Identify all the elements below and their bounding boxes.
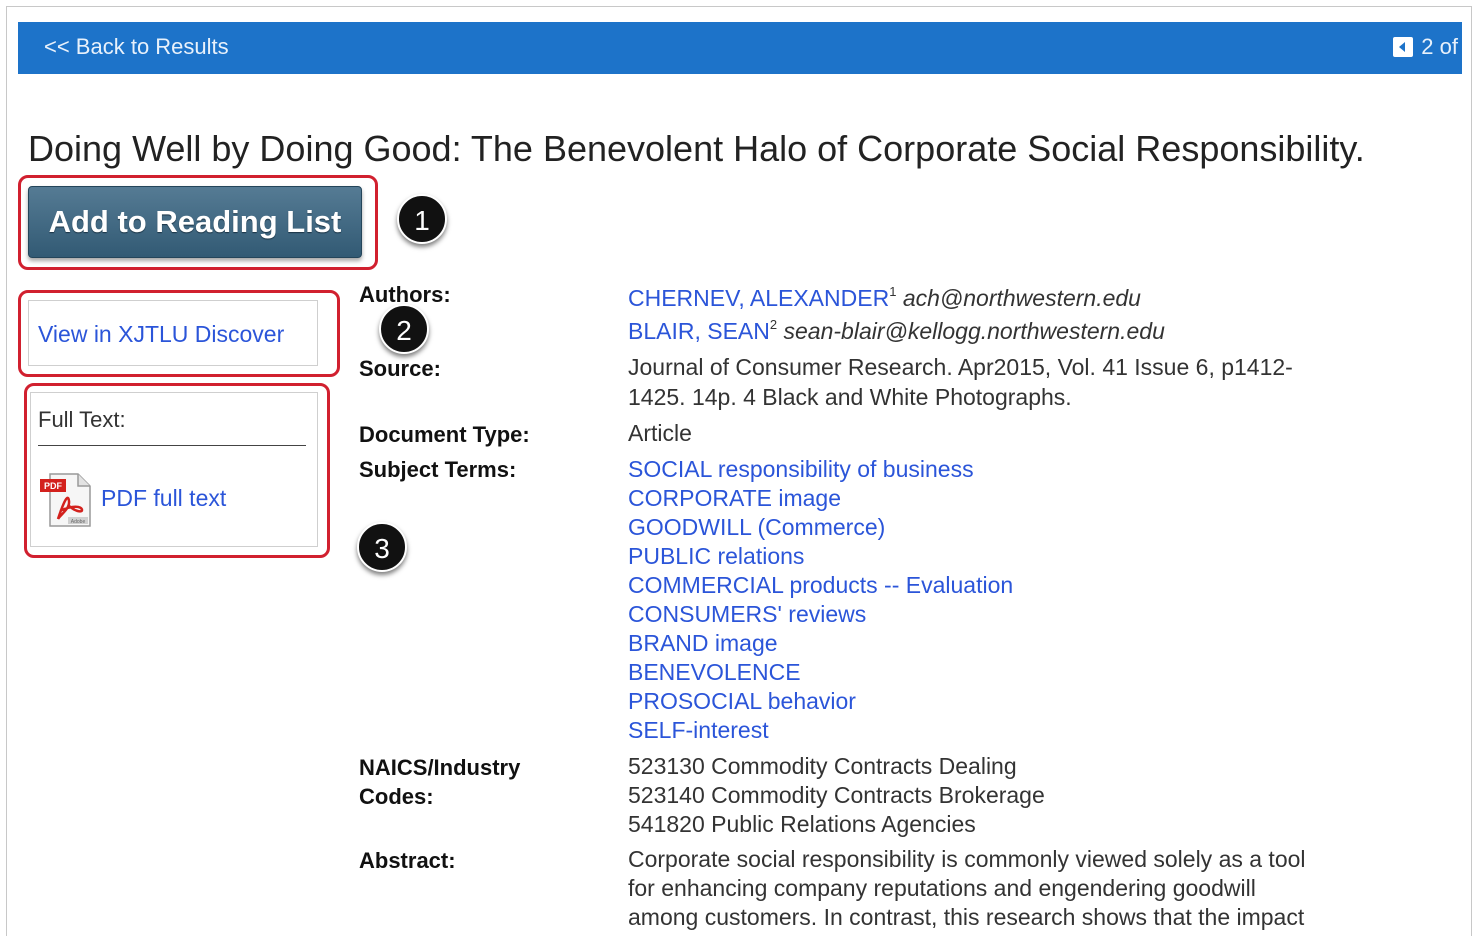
record-toolbar: << Back to Results 2 of [18,22,1462,74]
source-value-line: Journal of Consumer Research. Apr2015, V… [628,354,1293,380]
naics-code: 523130 Commodity Contracts Dealing [628,753,1017,779]
author-row: BLAIR, SEAN2 sean-blair@kellogg.northwes… [628,318,1165,345]
highlight-frame-3 [24,383,330,558]
pager: 2 of [1393,34,1458,60]
author-email: ach@northwestern.edu [902,285,1141,311]
highlight-frame-1 [18,175,378,270]
highlight-frame-2 [18,290,340,377]
source-label: Source: [359,356,441,381]
author-row: CHERNEV, ALEXANDER1 ach@northwestern.edu [628,285,1141,312]
naics-list: 523130 Commodity Contracts Dealing 52314… [628,752,1045,839]
abstract-label: Abstract: [359,848,456,873]
naics-label: Codes: [359,784,434,809]
subject-term-link[interactable]: BRAND image [628,629,1013,658]
abstract-line: Corporate social responsibility is commo… [628,846,1306,872]
author-affiliation: 1 [889,284,897,299]
pager-text: 2 of [1421,34,1458,59]
subject-term-link[interactable]: SELF-interest [628,716,1013,745]
naics-code: 541820 Public Relations Agencies [628,811,976,837]
subject-term-link[interactable]: CORPORATE image [628,484,1013,513]
subject-term-link[interactable]: PROSOCIAL behavior [628,687,1013,716]
document-type-value: Article [628,420,692,446]
callout-1: 1 [397,194,447,244]
author-email: sean-blair@kellogg.northwestern.edu [783,318,1165,344]
author-link[interactable]: CHERNEV, ALEXANDER [628,285,889,311]
callout-2: 2 [379,304,429,354]
subject-terms-list: SOCIAL responsibility of business CORPOR… [628,455,1013,745]
article-title: Doing Well by Doing Good: The Benevolent… [28,128,1365,169]
abstract-line: for enhancing company reputations and en… [628,875,1256,901]
subject-term-link[interactable]: BENEVOLENCE [628,658,1013,687]
naics-code: 523140 Commodity Contracts Brokerage [628,782,1045,808]
author-affiliation: 2 [769,317,778,332]
subject-term-link[interactable]: GOODWILL (Commerce) [628,513,1013,542]
subject-term-link[interactable]: SOCIAL responsibility of business [628,455,1013,484]
previous-record-icon[interactable] [1393,37,1414,57]
source-value-line: 1425. 14p. 4 Black and White Photographs… [628,384,1072,410]
subject-term-link[interactable]: CONSUMERS' reviews [628,600,1013,629]
subject-term-link[interactable]: COMMERCIAL products -- Evaluation [628,571,1013,600]
abstract-line: among customers. In contrast, this resea… [628,904,1305,930]
callout-3: 3 [357,522,407,572]
author-link[interactable]: BLAIR, SEAN [628,318,770,344]
naics-label: NAICS/Industry [359,755,521,780]
back-to-results-link[interactable]: << Back to Results [44,34,229,60]
subject-term-link[interactable]: PUBLIC relations [628,542,1013,571]
document-type-label: Document Type: [359,422,530,447]
subject-terms-label: Subject Terms: [359,457,517,482]
